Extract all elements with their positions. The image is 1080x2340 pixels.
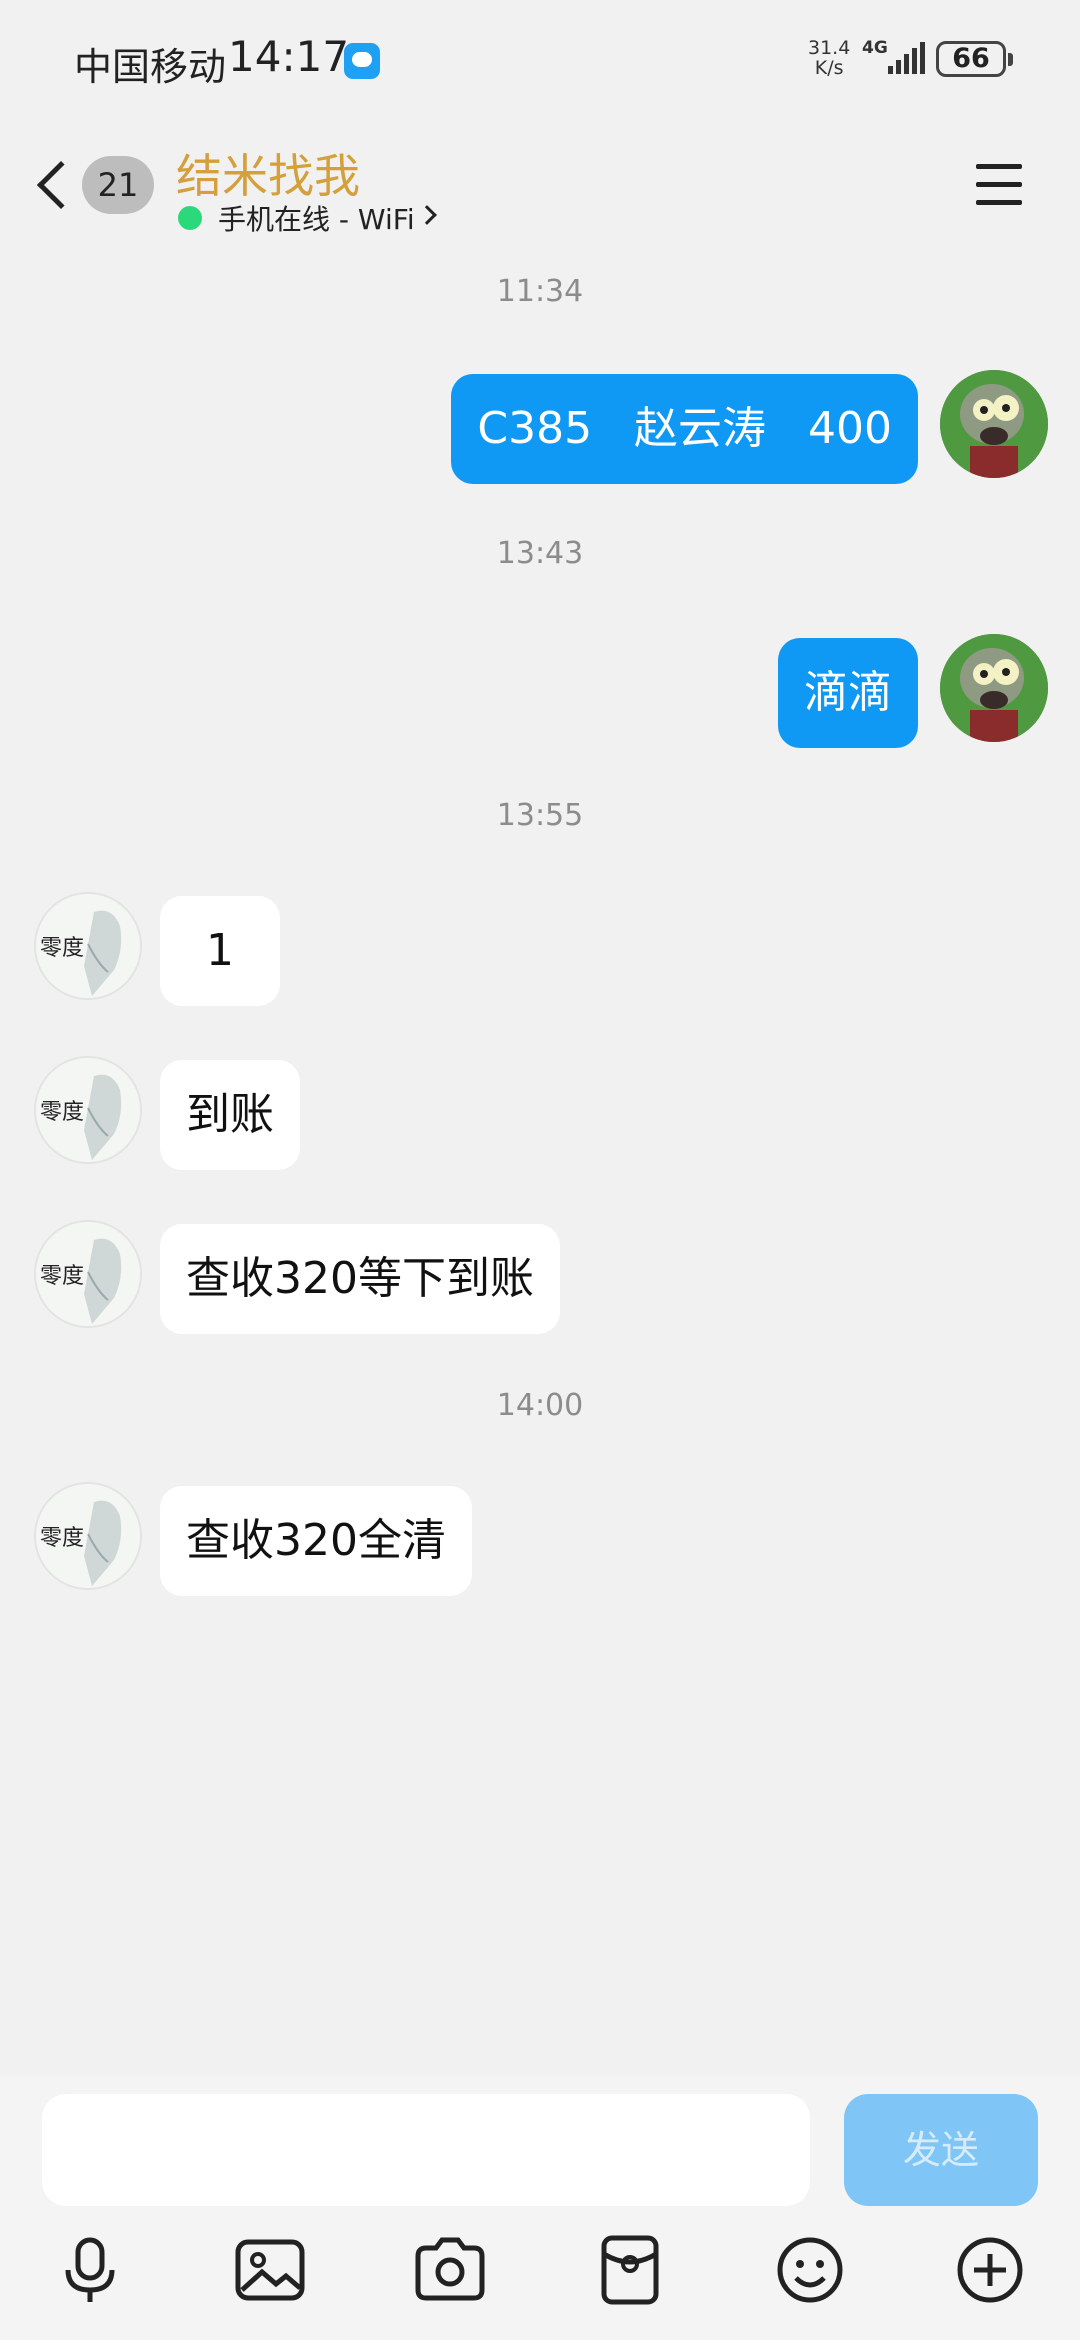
online-status-dot: [178, 206, 202, 230]
time-stamp: 13:55: [496, 798, 584, 833]
avatar-contact[interactable]: 零度: [34, 1220, 142, 1328]
contact-name[interactable]: 结米找我: [176, 140, 360, 206]
avatar-self[interactable]: [940, 634, 1048, 742]
time-stamp: 11:34: [496, 274, 584, 309]
avatar-contact-text: 零度: [40, 1100, 85, 1125]
time-stamp: 14:00: [496, 1388, 584, 1423]
zombie-avatar-icon: [940, 370, 1048, 478]
back-button[interactable]: 21: [30, 150, 160, 220]
message-bubble-incoming[interactable]: 到账: [160, 1060, 300, 1170]
avatar-contact-text: 零度: [40, 936, 85, 961]
message-bubble-incoming[interactable]: 查收320等下到账: [160, 1224, 560, 1334]
network-speed: 31.4 K/s: [808, 38, 850, 78]
unread-count-badge: 21: [82, 156, 154, 214]
network-type: 4G: [862, 38, 888, 58]
time-stamp: 13:43: [496, 536, 584, 571]
back-chevron-icon: [36, 160, 86, 210]
avatar-contact[interactable]: 零度: [34, 1482, 142, 1590]
chevron-right-icon: [417, 205, 437, 225]
plus-icon[interactable]: [948, 2228, 1032, 2312]
zombie-avatar-icon: [940, 634, 1048, 742]
camera-icon[interactable]: [408, 2228, 492, 2312]
avatar-contact[interactable]: 零度: [34, 892, 142, 1000]
online-status[interactable]: 手机在线 - WiFi: [218, 198, 415, 238]
send-button[interactable]: 发送: [844, 2094, 1038, 2206]
microphone-icon[interactable]: [48, 2228, 132, 2312]
message-bubble-outgoing[interactable]: C385 赵云涛 400: [451, 374, 918, 484]
red-packet-icon[interactable]: [588, 2228, 672, 2312]
avatar-contact-text: 零度: [40, 1264, 85, 1289]
message-bubble-outgoing[interactable]: 滴滴: [778, 638, 918, 748]
status-bar: 中国移动 14:17 31.4 K/s 4G 66: [0, 0, 1080, 120]
network-speed-unit: K/s: [814, 57, 844, 79]
emoji-icon[interactable]: [768, 2228, 852, 2312]
chat-header: 21 结米找我 手机在线 - WiFi: [0, 120, 1080, 250]
image-icon[interactable]: [228, 2228, 312, 2312]
avatar-contact[interactable]: 零度: [34, 1056, 142, 1164]
avatar-self[interactable]: [940, 370, 1048, 478]
message-bubble-incoming[interactable]: 查收320全清: [160, 1486, 472, 1596]
input-bar: 发送: [0, 2076, 1080, 2340]
clock: 14:17: [228, 32, 350, 81]
battery-level: 66: [952, 43, 990, 74]
network-speed-value: 31.4: [808, 37, 851, 59]
avatar-contact-text: 零度: [40, 1526, 85, 1551]
message-bubble-incoming[interactable]: 1: [160, 896, 280, 1006]
message-notification-icon: [344, 43, 380, 79]
message-input[interactable]: [42, 2094, 810, 2206]
menu-button[interactable]: [976, 164, 1026, 208]
carrier-name: 中国移动: [74, 45, 227, 89]
battery-icon: 66: [936, 41, 1013, 77]
signal-strength-icon: [888, 40, 930, 74]
